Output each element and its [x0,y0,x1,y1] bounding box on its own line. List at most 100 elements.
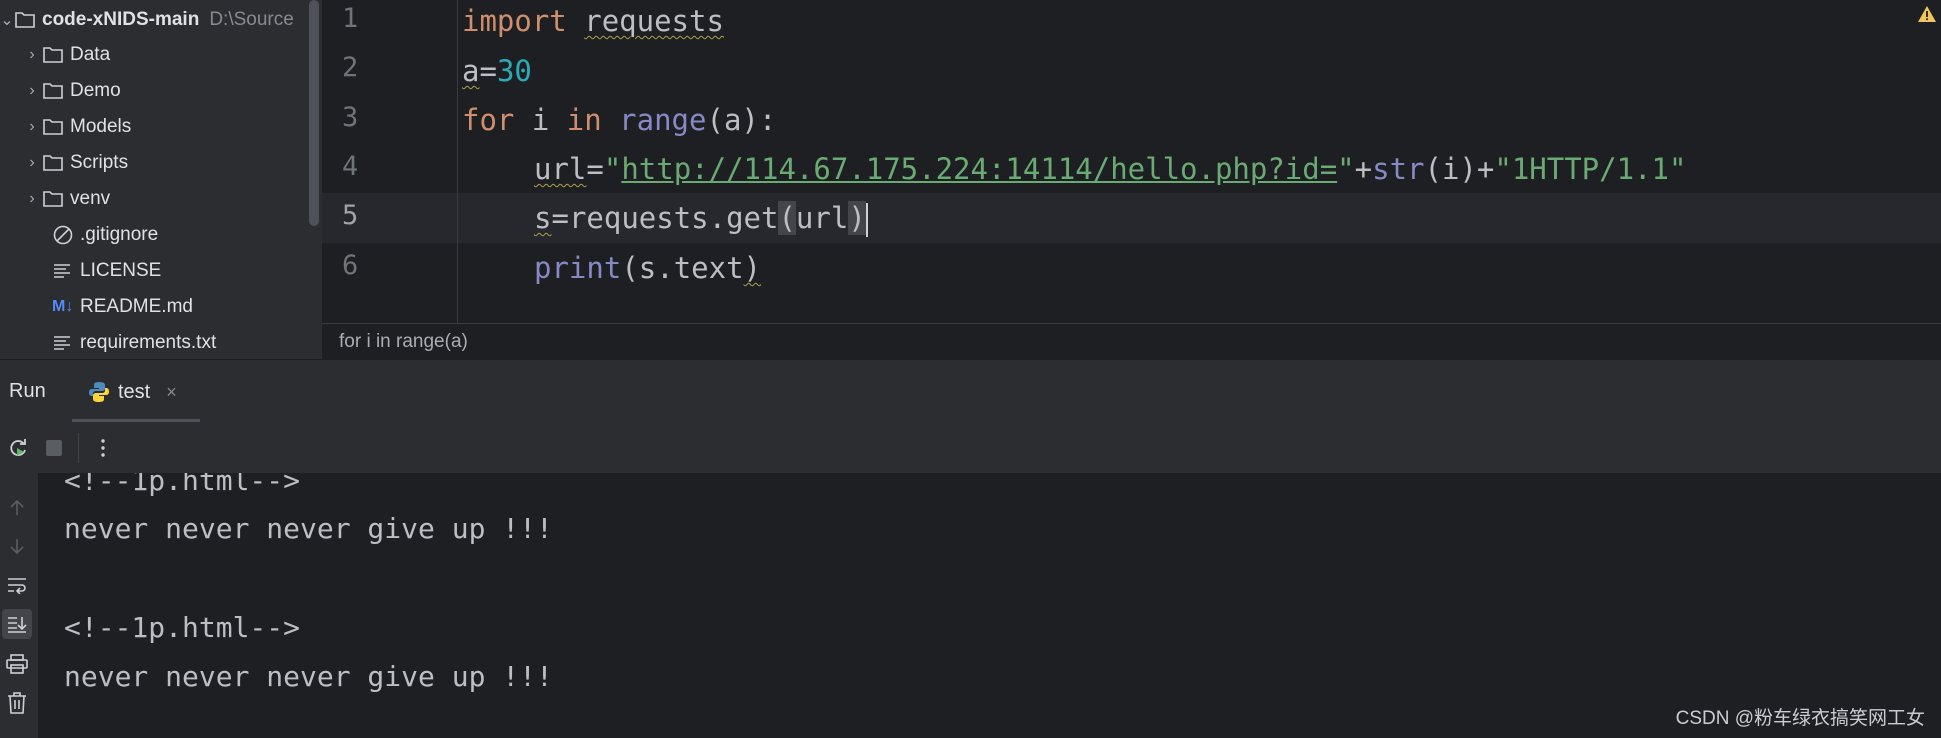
tree-item-data[interactable]: › Data [22,38,110,72]
code-line-6[interactable]: print(s.text) [534,243,761,293]
active-tab-indicator [72,419,200,422]
ignore-file-icon [52,223,76,247]
folder-icon [42,187,66,211]
variable: url [534,152,587,186]
chevron-right-icon[interactable]: › [22,82,42,100]
operator: + [1476,152,1495,186]
number-literal: 30 [496,54,532,88]
url-link[interactable]: http://114.67.175.224:14114/hello.php?id… [621,152,1337,186]
console-line: <!--1p.html--> [64,611,301,644]
tree-item-gitignore[interactable]: .gitignore [52,218,158,252]
markdown-icon: M↓ [52,298,74,315]
paren-open: ( [621,251,639,285]
breadcrumb-item[interactable]: for i in range(a) [339,331,468,353]
gutter-divider [457,0,458,323]
arguments: (i) [1424,152,1477,186]
breadcrumb[interactable]: for i in range(a) [322,323,1941,359]
tree-scrollbar[interactable] [309,0,319,226]
code-line-2[interactable]: a=30 [462,46,532,96]
root-name: code-xNIDS-main [42,9,200,30]
variable: a [462,54,480,88]
tab-label: test [118,380,151,403]
code-editor[interactable]: 1 2 3 4 5 6 import requests a=30 for i i… [322,0,1941,323]
line-number: 2 [342,52,359,83]
folder-icon [42,43,66,67]
code-line-1[interactable]: import requests [462,0,724,46]
run-title: Run [9,380,46,402]
text-file-icon [52,259,76,283]
tree-item-label: requirements.txt [80,332,217,353]
module-name: requests [584,4,724,38]
run-toolbar [0,423,1941,473]
tree-root[interactable]: ⌄ code-xNIDS-main D:\Source [0,3,294,37]
console-line: <!--1p.html--> [64,473,301,497]
console-line: never never never give up !!! [64,512,553,545]
tree-item-demo[interactable]: › Demo [22,74,120,108]
soft-wrap-icon[interactable] [2,570,32,600]
code-line-4[interactable]: url="http://114.67.175.224:14114/hello.p… [534,144,1686,194]
arrow-up-icon[interactable] [2,493,32,523]
tree-item-label: Data [70,44,111,65]
line-number: 3 [342,102,359,133]
tree-item-label: .gitignore [80,224,159,245]
root-path: D:\Source [209,9,294,30]
operator: + [1354,152,1373,186]
keyword: for [462,103,515,137]
tree-item-license[interactable]: LICENSE [52,254,161,288]
operator: = [479,54,497,88]
tree-item-label: LICENSE [80,260,162,281]
builtin-function: print [534,251,622,285]
builtin-function: range [619,103,707,137]
code-line-5[interactable]: s=requests.get(url) [534,193,868,243]
rerun-icon[interactable] [0,430,36,466]
text-caret [865,203,868,237]
chevron-right-icon[interactable]: › [22,118,42,136]
tree-item-venv[interactable]: › venv [22,182,110,216]
keyword: in [566,103,602,137]
chevron-right-icon[interactable]: › [22,46,42,64]
tab-test[interactable]: test × [72,360,200,424]
warning-icon[interactable] [1917,4,1937,29]
tree-item-readme[interactable]: M↓ README.md [52,290,193,324]
text-file-icon [52,331,76,355]
chevron-down-icon[interactable]: ⌄ [0,10,14,30]
console-line: never never never give up !!! [64,660,553,693]
arrow-down-icon[interactable] [2,531,32,561]
line-number: 6 [342,250,359,281]
line-number: 4 [342,151,359,182]
tree-item-scripts[interactable]: › Scripts [22,146,128,180]
code-line-3[interactable]: for i in range(a): [462,95,776,145]
tree-item-label: Scripts [70,152,129,173]
tree-item-label: venv [70,188,111,209]
folder-icon [42,115,66,139]
tree-item-models[interactable]: › Models [22,110,131,144]
variable: s [534,201,552,235]
tree-item-label: Models [70,116,132,137]
more-options-icon[interactable] [85,430,121,466]
console-output[interactable]: <!--1p.html--> never never never give up… [38,473,1941,738]
string-quote: " [603,152,622,186]
watermark: CSDN @粉车绿衣搞笑网工女 [1675,708,1925,729]
folder-icon [14,8,38,32]
folder-icon [42,151,66,175]
string-literal: "1HTTP/1.1" [1494,152,1687,186]
tree-item-requirements[interactable]: requirements.txt [52,326,216,359]
line-number: 1 [342,3,359,34]
line-number-current: 5 [342,200,359,231]
print-icon[interactable] [2,649,32,679]
trash-icon[interactable] [2,688,32,718]
argument: s.text [638,251,744,285]
paren-open: ( [778,201,796,235]
keyword: import [462,4,567,38]
chevron-right-icon[interactable]: › [22,190,42,208]
scroll-to-end-icon[interactable] [2,609,32,639]
argument: url [795,201,849,235]
tree-item-label: README.md [80,296,193,317]
folder-icon [42,79,66,103]
close-icon[interactable]: × [166,382,177,403]
arguments: (a): [706,103,777,137]
stop-icon[interactable] [36,430,72,466]
chevron-right-icon[interactable]: › [22,154,42,172]
python-icon [88,381,110,403]
run-tool-window-header: Run test × [0,359,1941,423]
